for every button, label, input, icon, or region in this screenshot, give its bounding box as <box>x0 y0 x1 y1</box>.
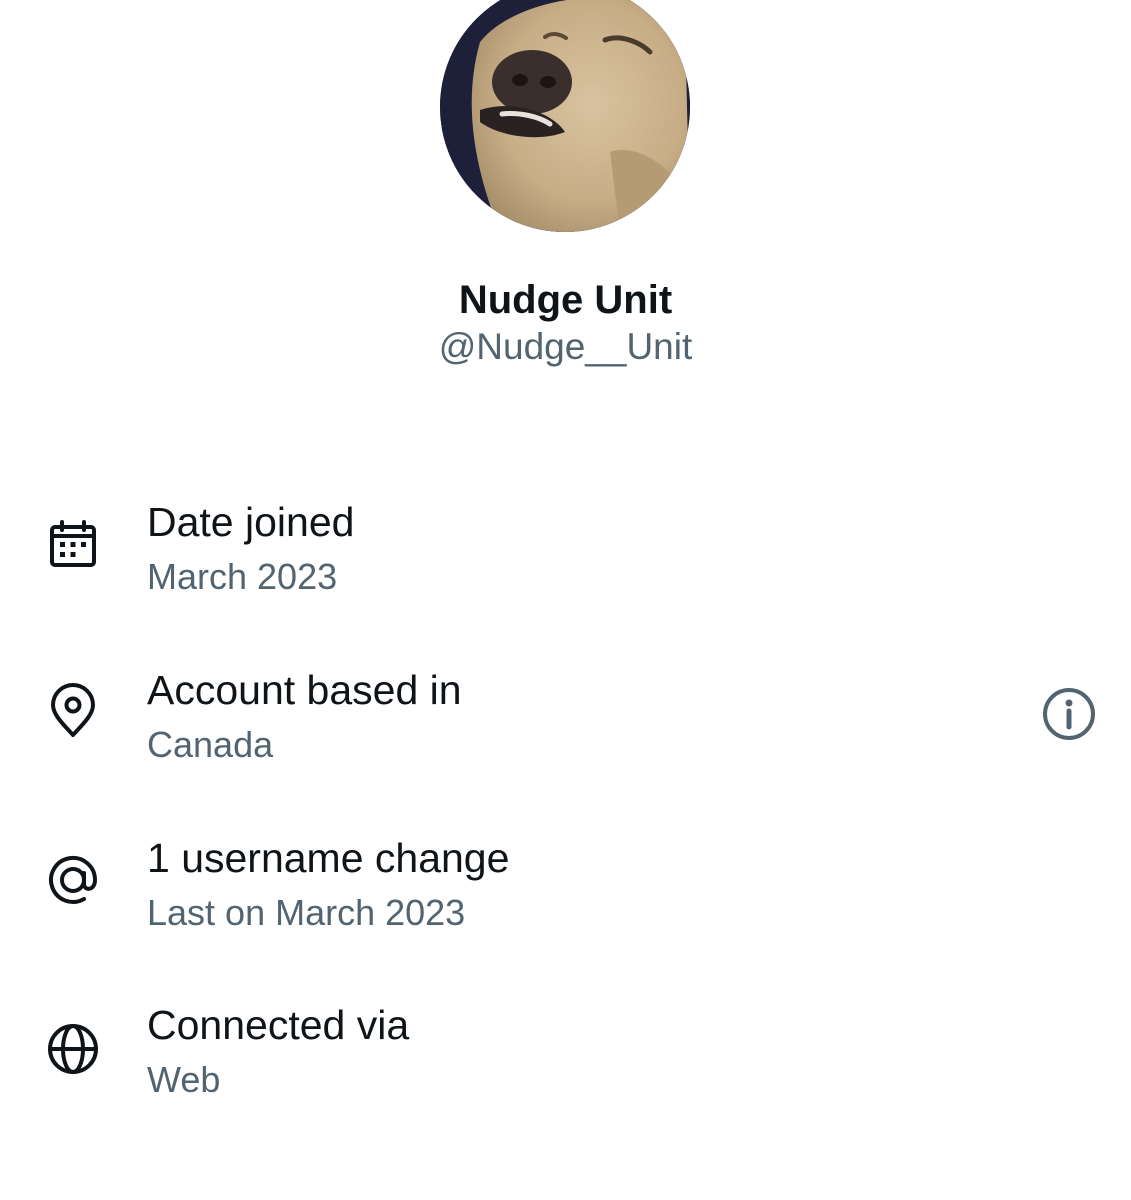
calendar-icon <box>44 515 102 573</box>
about-row-username-change: 1 username change Last on March 2023 <box>0 833 1131 953</box>
about-row-date-joined: Date joined March 2023 <box>0 497 1131 617</box>
globe-icon <box>44 1020 102 1078</box>
profile-display-name: Nudge Unit <box>458 278 673 322</box>
location-pin-icon <box>44 683 102 741</box>
about-row-title: Account based in <box>147 667 462 713</box>
about-row-account-based-in: Account based in Canada <box>0 665 1131 785</box>
about-row-value: Web <box>147 1059 221 1100</box>
about-row-value: March 2023 <box>147 556 338 597</box>
about-row-title: 1 username change <box>147 835 510 881</box>
profile-handle: @Nudge__Unit <box>438 326 693 367</box>
about-row-title: Connected via <box>147 1002 410 1048</box>
at-sign-icon <box>44 851 102 909</box>
profile-avatar[interactable] <box>440 0 690 232</box>
about-row-title: Date joined <box>147 499 355 545</box>
dog-photo-avatar <box>440 0 690 232</box>
about-row-connected-via: Connected via Web <box>0 1000 1131 1120</box>
info-icon[interactable] <box>1040 685 1098 743</box>
about-row-value: Last on March 2023 <box>147 892 466 933</box>
about-row-value: Canada <box>147 724 274 765</box>
